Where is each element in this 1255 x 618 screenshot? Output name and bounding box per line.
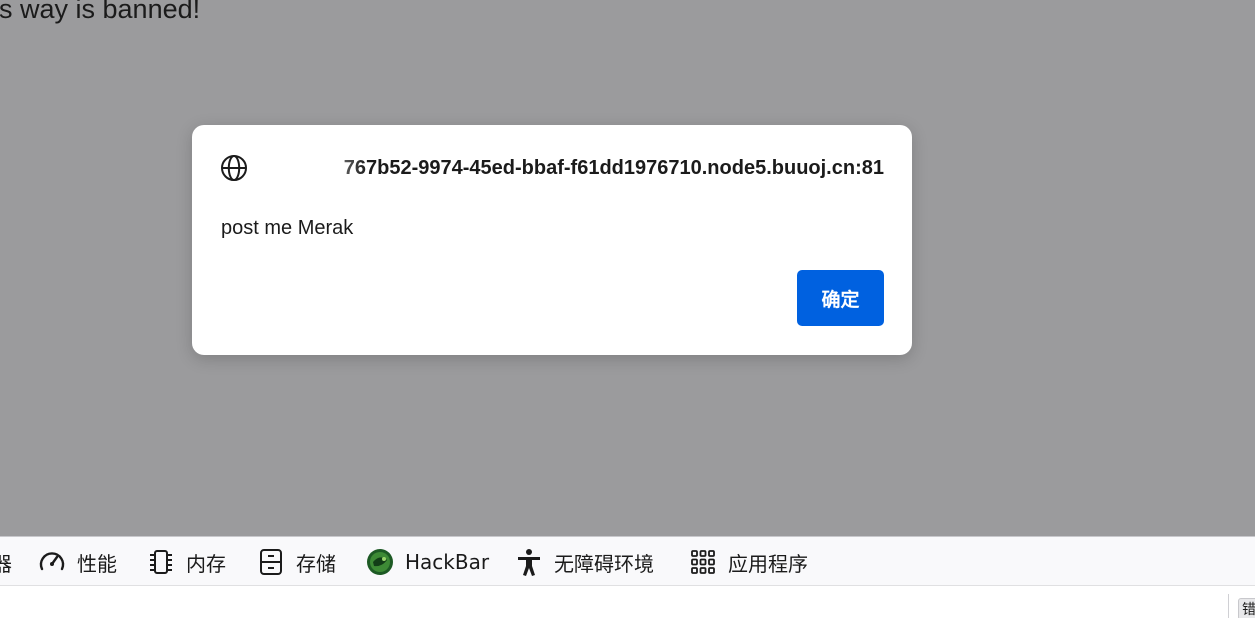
tab-partial[interactable]: 器 [0,537,12,587]
tab-accessibility-label: 无障碍环境 [554,551,654,576]
page-viewport-overlay: is way is banned! 767b52-9974-45ed-bbaf-… [0,0,1255,536]
hackbar-logo-icon [365,547,395,577]
dialog-message: post me Merak [221,217,354,239]
alert-dialog: 767b52-9974-45ed-bbaf-f61dd1976710.node5… [192,125,912,355]
dialog-origin-text: 767b52-9974-45ed-bbaf-f61dd1976710.node5… [343,156,884,179]
browser-window: is way is banned! 767b52-9974-45ed-bbaf-… [0,0,1255,618]
globe-icon [221,155,247,181]
error-filter-chip[interactable]: 错 [1238,598,1255,618]
application-grid-icon [688,547,718,577]
tab-accessibility[interactable]: 无障碍环境 [514,537,654,587]
panel-divider [1228,594,1229,618]
tab-memory[interactable]: 内存 [146,537,226,587]
memory-chip-icon [146,547,176,577]
page-body-text: is way is banned! [0,0,201,24]
tab-storage-label: 存储 [296,551,336,576]
devtools-toolbar: 器 性能 内存 存储 HackBar 无障碍环境 应用程序 [0,536,1255,586]
tab-application[interactable]: 应用程序 [688,537,808,587]
tab-storage[interactable]: 存储 [256,537,336,587]
performance-gauge-icon [37,547,67,577]
tab-partial-label: 器 [0,551,12,576]
tab-hackbar[interactable]: HackBar [365,537,489,587]
tab-performance-label: 性能 [77,551,117,576]
ok-button[interactable]: 确定 [797,270,884,326]
tab-hackbar-label: HackBar [405,550,490,574]
dialog-origin: 767b52-9974-45ed-bbaf-f61dd1976710.node5… [258,156,884,180]
accessibility-icon [514,547,544,577]
dialog-header: 767b52-9974-45ed-bbaf-f61dd1976710.node5… [220,153,884,183]
tab-application-label: 应用程序 [728,551,808,576]
devtools-panel-area: 错 [0,586,1255,618]
storage-icon [256,547,286,577]
origin-fade-overlay [258,156,368,180]
tab-performance[interactable]: 性能 [37,537,117,587]
tab-memory-label: 内存 [186,551,226,576]
